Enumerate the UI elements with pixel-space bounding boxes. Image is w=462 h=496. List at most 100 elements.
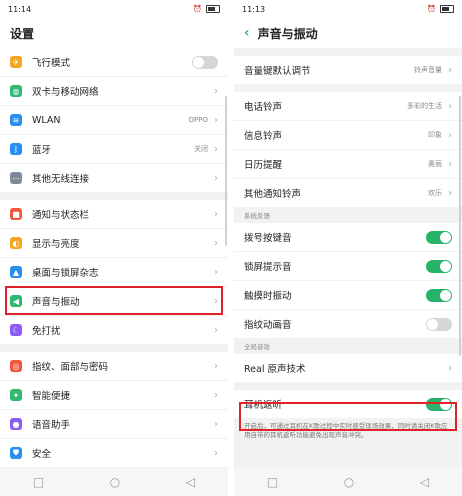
calendar-tone-item[interactable]: 日历提醒 奥丽 › <box>234 150 462 179</box>
settings-item-airplane-mode[interactable]: ✈ 飞行模式 <box>0 48 228 77</box>
settings-item-label: 通知与状态栏 <box>32 210 90 221</box>
more-connections-icon: ⋯ <box>10 172 22 184</box>
airplane-mode-toggle[interactable] <box>192 55 218 69</box>
settings-item-label: 免打扰 <box>32 326 61 337</box>
touch-vibration-item[interactable]: 触摸时振动 <box>234 281 462 310</box>
settings-item-label: 桌面与锁屏杂志 <box>32 268 99 279</box>
chevron-right-icon: › <box>214 418 218 430</box>
chevron-right-icon: › <box>448 187 452 199</box>
back-arrow-icon[interactable]: ‹ <box>244 25 250 41</box>
settings-item-voice-assistant[interactable]: ● 语音助手 › <box>0 410 228 439</box>
wallpaper-icon: ▲ <box>10 266 22 278</box>
settings-item-dual-sim[interactable]: ◍ 双卡与移动网络 › <box>0 77 228 106</box>
settings-item-label: 音量键默认调节 <box>244 66 311 77</box>
page-title: 声音与振动 <box>257 26 318 41</box>
ringtone-group: 电话铃声 多彩的生活 › 信息铃声 印象 › 日历提醒 奥丽 › 其他通知铃声 … <box>234 92 462 207</box>
chevron-right-icon: › <box>214 447 218 459</box>
volume-group: 音量键默认调节 铃声音量 › <box>234 56 462 84</box>
settings-item-label: Real 原声技术 <box>244 364 306 375</box>
dial-keypad-tone-item[interactable]: 拨号按键音 <box>234 223 462 252</box>
home-icon[interactable]: ○ <box>344 475 354 489</box>
scrollbar[interactable] <box>225 96 227 246</box>
status-bar: 11:14 ⏰ <box>0 0 228 18</box>
nav-bar: □ ○ ◁ <box>234 468 462 496</box>
settings-item-value: 印象 <box>428 131 442 139</box>
settings-item-label: 指纹动画音 <box>244 320 292 331</box>
settings-item-wallpaper[interactable]: ▲ 桌面与锁屏杂志 › <box>0 258 228 287</box>
brightness-icon: ◐ <box>10 237 22 249</box>
settings-item-label: 蓝牙 <box>32 145 52 156</box>
shield-icon: ⛊ <box>10 447 22 459</box>
recent-apps-icon[interactable]: □ <box>33 475 44 489</box>
airplane-icon: ✈ <box>10 56 22 68</box>
notification-icon: ■ <box>10 208 22 220</box>
battery-icon <box>440 5 454 13</box>
section-header-global-audio: 全局音效 <box>234 338 462 354</box>
settings-item-bluetooth[interactable]: ᛒ 蓝牙 关闭 › <box>0 135 228 164</box>
ringtone-item[interactable]: 电话铃声 多彩的生活 › <box>234 92 462 121</box>
global-audio-group: Real 原声技术 › <box>234 354 462 382</box>
settings-item-fingerprint[interactable]: ◎ 指纹、面部与密码 › <box>0 352 228 381</box>
settings-item-value: 多彩的生活 <box>407 102 442 110</box>
settings-group-personalization: ■ 通知与状态栏 › ◐ 显示与亮度 › ▲ 桌面与锁屏杂志 › ◀ 声音与振动… <box>0 200 228 344</box>
settings-item-smart[interactable]: ✦ 智能便捷 › <box>0 381 228 410</box>
fingerprint-icon: ◎ <box>10 360 22 372</box>
settings-item-label: 其他无线连接 <box>32 174 90 185</box>
chevron-right-icon: › <box>448 158 452 170</box>
settings-item-label: 语音助手 <box>32 420 71 431</box>
battery-icon <box>206 5 220 13</box>
volume-key-default-item[interactable]: 音量键默认调节 铃声音量 › <box>234 56 462 84</box>
chevron-right-icon: › <box>214 208 218 220</box>
settings-item-label: 指纹、面部与密码 <box>32 362 109 373</box>
settings-item-other-connections[interactable]: ⋯ 其他无线连接 › <box>0 164 228 192</box>
settings-item-label: 显示与亮度 <box>32 239 80 250</box>
title-bar: ‹ 声音与振动 <box>234 18 462 48</box>
fingerprint-animation-sound-item[interactable]: 指纹动画音 <box>234 310 462 338</box>
globe-icon: ◍ <box>10 85 22 97</box>
chevron-right-icon: › <box>214 143 218 155</box>
settings-item-label: 日历提醒 <box>244 160 283 171</box>
settings-group-connectivity: ✈ 飞行模式 ◍ 双卡与移动网络 › ≋ WLAN OPPO › ᛒ 蓝牙 关闭… <box>0 48 228 192</box>
settings-item-notifications[interactable]: ■ 通知与状态栏 › <box>0 200 228 229</box>
settings-item-label: 双卡与移动网络 <box>32 87 99 98</box>
smart-icon: ✦ <box>10 389 22 401</box>
settings-item-label: 智能便捷 <box>32 391 71 402</box>
settings-item-label: 触摸时振动 <box>244 291 292 302</box>
other-notification-tone-item[interactable]: 其他通知铃声 欢乐 › <box>234 179 462 207</box>
dial-keypad-tone-toggle[interactable] <box>426 230 452 244</box>
back-icon[interactable]: ◁ <box>420 475 429 489</box>
sound-vibration-screen: 11:13 ⏰ ‹ 声音与振动 音量键默认调节 铃声音量 › 电话铃声 多彩的生… <box>234 0 462 496</box>
recent-apps-icon[interactable]: □ <box>267 475 278 489</box>
real-original-sound-item[interactable]: Real 原声技术 › <box>234 354 462 382</box>
settings-item-security[interactable]: ⛊ 安全 › <box>0 439 228 467</box>
chevron-right-icon: › <box>214 85 218 97</box>
title-bar: 设置 <box>0 18 228 48</box>
bluetooth-icon: ᛒ <box>10 143 22 155</box>
status-time: 11:14 <box>8 4 32 14</box>
home-icon[interactable]: ○ <box>110 475 120 489</box>
chevron-right-icon: › <box>448 100 452 112</box>
settings-item-do-not-disturb[interactable]: ☾ 免打扰 › <box>0 316 228 344</box>
chevron-right-icon: › <box>214 172 218 184</box>
chevron-right-icon: › <box>448 362 452 374</box>
settings-item-value: OPPO <box>188 116 208 124</box>
chevron-right-icon: › <box>214 389 218 401</box>
scrollbar[interactable] <box>459 96 461 356</box>
settings-item-wlan[interactable]: ≋ WLAN OPPO › <box>0 106 228 135</box>
touch-vibration-toggle[interactable] <box>426 288 452 302</box>
chevron-right-icon: › <box>448 129 452 141</box>
lock-screen-sound-item[interactable]: 锁屏提示音 <box>234 252 462 281</box>
wifi-icon: ≋ <box>10 114 22 126</box>
settings-item-display[interactable]: ◐ 显示与亮度 › <box>0 229 228 258</box>
message-tone-item[interactable]: 信息铃声 印象 › <box>234 121 462 150</box>
fingerprint-animation-sound-toggle[interactable] <box>426 317 452 331</box>
settings-item-label: 安全 <box>32 449 52 460</box>
nav-bar: □ ○ ◁ <box>0 468 228 496</box>
chevron-right-icon: › <box>214 237 218 249</box>
status-time: 11:13 <box>242 4 266 14</box>
chevron-right-icon: › <box>448 64 452 76</box>
settings-item-value: 铃声音量 <box>414 66 442 74</box>
lock-screen-sound-toggle[interactable] <box>426 259 452 273</box>
back-icon[interactable]: ◁ <box>186 475 195 489</box>
settings-item-label: 电话铃声 <box>244 102 283 113</box>
